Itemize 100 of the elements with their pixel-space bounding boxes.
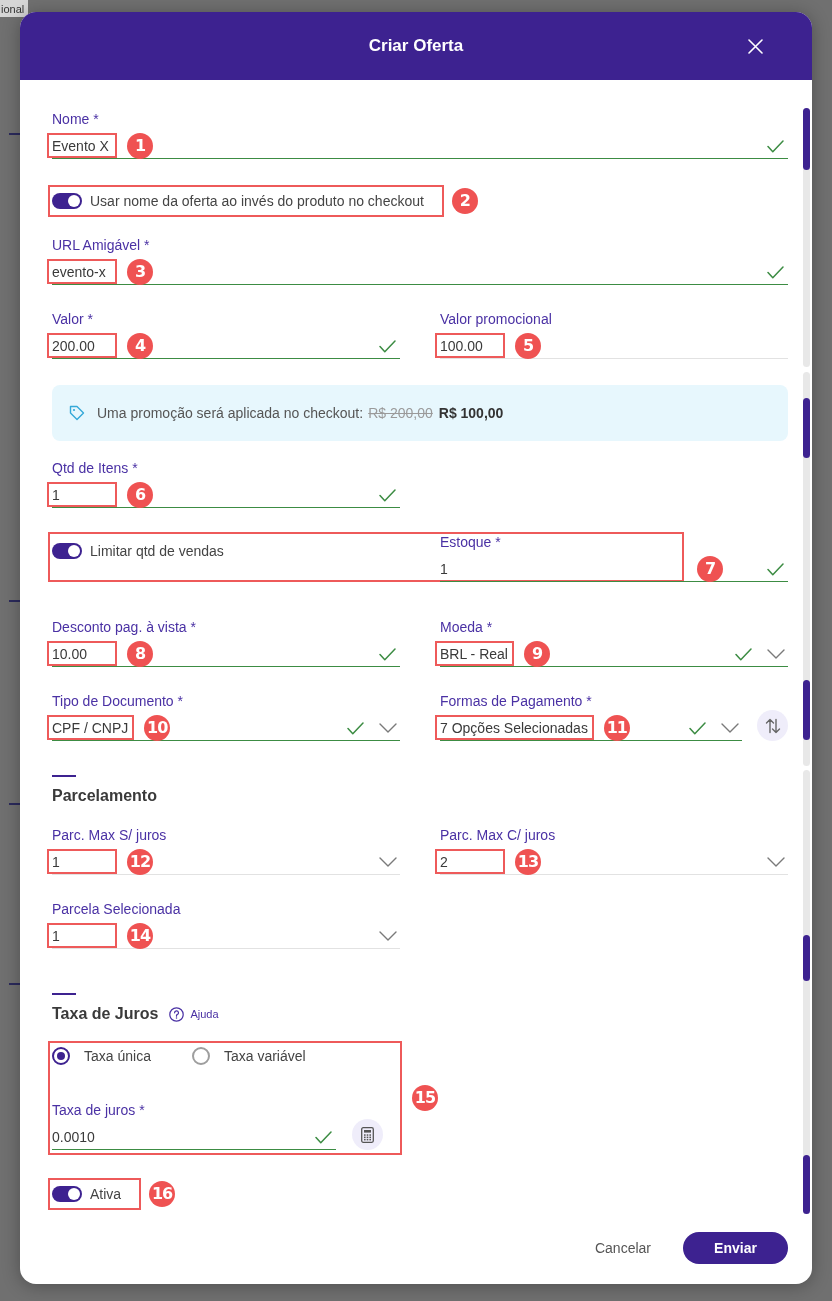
step-marker: 16 xyxy=(149,1181,176,1207)
help-icon[interactable] xyxy=(169,1006,185,1022)
step-marker: 11 xyxy=(603,715,630,741)
field-label: Parc. Max C/ juros xyxy=(440,826,557,844)
step-marker: 5 xyxy=(515,333,541,359)
chevron-down-icon[interactable] xyxy=(767,857,785,867)
highlight-frame xyxy=(47,482,117,507)
highlight-frame xyxy=(47,333,117,358)
submit-button[interactable]: Enviar xyxy=(683,1232,788,1264)
field-label: Estoque * xyxy=(440,533,502,551)
chevron-down-icon[interactable] xyxy=(379,931,397,941)
dialog-title: Criar Oferta xyxy=(368,36,464,56)
select-field[interactable]: 7 Opções Selecionadas 11 xyxy=(440,716,742,741)
sort-button[interactable] xyxy=(757,710,788,741)
highlight-frame xyxy=(435,849,505,874)
scroll-track[interactable] xyxy=(803,372,810,766)
toggle-switch[interactable] xyxy=(52,543,82,559)
highlight-frame xyxy=(47,259,117,284)
check-icon xyxy=(767,265,784,279)
toggle-switch[interactable] xyxy=(52,193,82,209)
text-field[interactable]: 1 7 xyxy=(440,557,788,582)
text-field[interactable]: 1 6 xyxy=(52,483,400,508)
check-icon xyxy=(379,488,396,502)
sort-icon xyxy=(764,717,781,734)
calculator-icon xyxy=(361,1126,374,1143)
chevron-down-icon[interactable] xyxy=(379,723,397,733)
chevron-down-icon[interactable] xyxy=(767,649,785,659)
check-icon xyxy=(735,647,752,661)
step-marker: 6 xyxy=(127,482,153,508)
check-icon xyxy=(689,721,706,735)
step-marker: 14 xyxy=(127,923,153,949)
check-icon xyxy=(379,339,396,353)
text-field[interactable]: evento-x 3 xyxy=(52,260,788,285)
text-field[interactable]: 200.00 4 xyxy=(52,334,400,359)
check-icon xyxy=(347,721,364,735)
field-label: Valor promocional xyxy=(440,310,553,328)
toggle-label: Limitar qtd de vendas xyxy=(90,542,224,560)
step-marker: 4 xyxy=(127,333,153,359)
highlight-frame xyxy=(47,133,117,158)
cancel-button[interactable]: Cancelar xyxy=(594,1240,651,1256)
toggle-label: Usar nome da oferta ao invés do produto no checkout xyxy=(90,192,424,210)
step-marker: 13 xyxy=(515,849,541,875)
text-field[interactable]: Evento X 1 xyxy=(52,134,788,159)
select-field[interactable]: 1 12 xyxy=(52,850,400,875)
select-field[interactable]: 2 13 xyxy=(440,850,788,875)
field-label: Desconto pag. à vista * xyxy=(52,618,197,636)
radio-button[interactable] xyxy=(191,1047,210,1065)
step-marker: 12 xyxy=(127,849,153,875)
field-label: Formas de Pagamento * xyxy=(440,692,593,710)
section-heading: Taxa de Juros xyxy=(52,1005,159,1023)
check-icon xyxy=(315,1130,332,1144)
scroll-track[interactable] xyxy=(803,770,810,1214)
tag-icon xyxy=(69,405,85,421)
chevron-down-icon[interactable] xyxy=(379,857,397,867)
scroll-thumb[interactable] xyxy=(803,935,810,981)
field-label: Qtd de Itens * xyxy=(52,459,139,477)
chevron-down-icon[interactable] xyxy=(721,723,739,733)
text-field[interactable]: 0.0010 xyxy=(52,1125,336,1150)
step-marker: 8 xyxy=(127,641,153,667)
scroll-thumb[interactable] xyxy=(803,398,810,458)
field-label: Parcela Selecionada xyxy=(52,900,182,918)
field-label: Moeda * xyxy=(440,618,494,636)
toggle-label: Ativa xyxy=(90,1185,122,1203)
close-icon xyxy=(748,38,763,54)
radio-label: Taxa única xyxy=(84,1048,151,1064)
step-marker: 3 xyxy=(127,259,153,285)
field-label: Nome * xyxy=(52,110,100,128)
close-button[interactable] xyxy=(748,38,763,54)
radio-button[interactable] xyxy=(52,1047,70,1065)
field-label: Valor * xyxy=(52,310,94,328)
highlight-frame xyxy=(435,333,505,358)
field-label: URL Amigável * xyxy=(52,236,151,254)
check-icon xyxy=(379,647,396,661)
select-field[interactable]: 1 14 xyxy=(52,924,400,949)
radio-label: Taxa variável xyxy=(223,1048,306,1064)
scroll-track[interactable] xyxy=(803,108,810,367)
text-field[interactable]: 10.00 8 xyxy=(52,642,400,667)
text-field[interactable]: 100.00 5 xyxy=(440,334,788,359)
section-heading: Parcelamento xyxy=(52,787,157,805)
highlight-frame xyxy=(47,849,117,874)
scroll-thumb[interactable] xyxy=(803,680,810,740)
step-marker: 9 xyxy=(523,641,550,667)
calculator-button[interactable] xyxy=(352,1119,383,1150)
step-marker: 1 xyxy=(127,133,153,159)
highlight-frame xyxy=(47,923,117,948)
new-price: R$ 100,00 xyxy=(438,405,504,421)
select-field[interactable]: BRL - Real 9 xyxy=(440,642,788,667)
field-label: Tipo de Documento * xyxy=(52,692,184,710)
step-marker: 7 xyxy=(697,556,723,582)
step-marker: 10 xyxy=(144,715,171,741)
help-link[interactable]: Ajuda xyxy=(190,1008,219,1020)
scroll-thumb[interactable] xyxy=(803,1155,810,1214)
toggle-switch[interactable] xyxy=(52,1186,82,1202)
old-price: R$ 200,00 xyxy=(368,405,433,421)
field-label: Taxa de juros * xyxy=(52,1101,146,1119)
scroll-thumb[interactable] xyxy=(803,108,810,170)
check-icon xyxy=(767,562,784,576)
select-field[interactable]: CPF / CNPJ 10 xyxy=(52,716,400,741)
step-marker: 2 xyxy=(451,188,478,214)
step-marker: 15 xyxy=(412,1085,438,1111)
